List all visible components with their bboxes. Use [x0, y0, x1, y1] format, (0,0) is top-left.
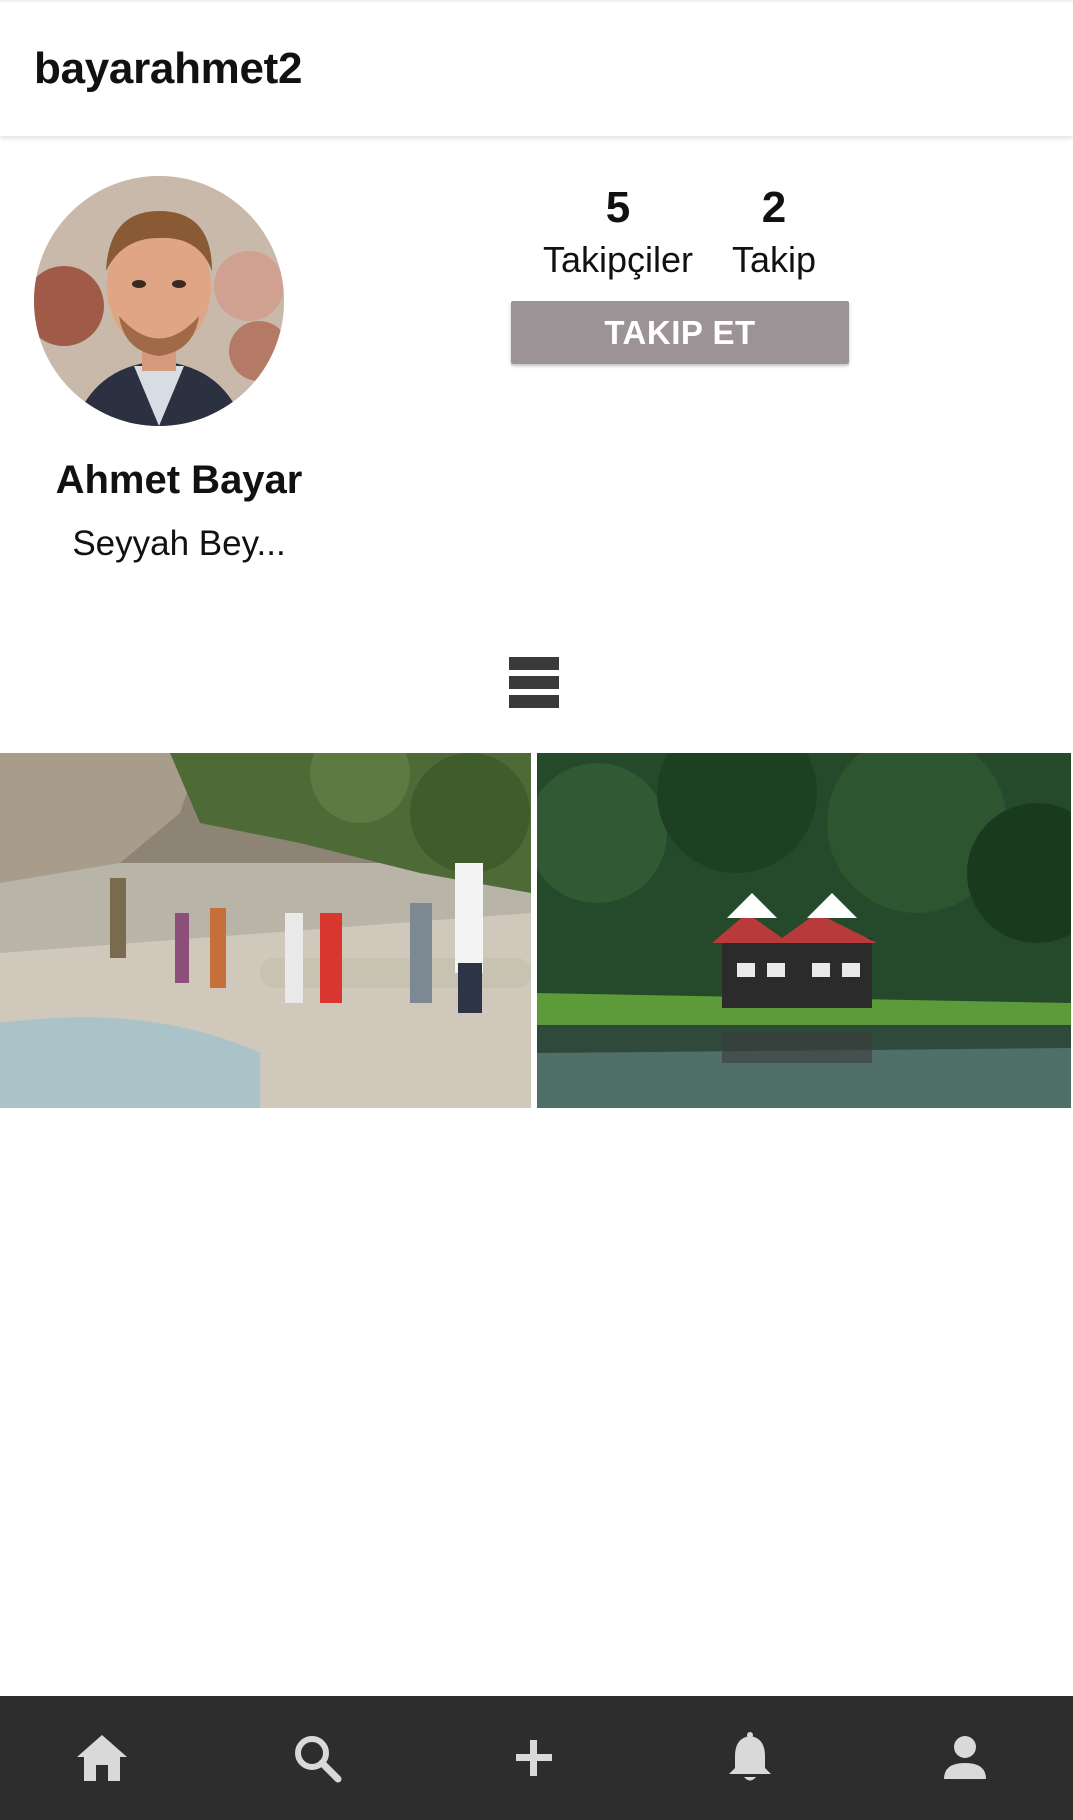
following-count: 2 [761, 183, 787, 232]
nav-profile[interactable] [905, 1696, 1025, 1820]
app-bar: bayarahmet2 [0, 0, 1073, 136]
profile-username: bayarahmet2 [34, 44, 303, 93]
nav-search[interactable] [257, 1696, 377, 1820]
add-icon [516, 1740, 552, 1776]
profile-name: Ahmet Bayar [55, 458, 303, 502]
list-view-icon[interactable] [509, 657, 559, 709]
nav-home[interactable] [42, 1696, 162, 1820]
posts-grid [0, 753, 1073, 1108]
post-photo-hikers [0, 753, 531, 1108]
following-label: Takip [731, 239, 817, 280]
post-photo-lake-house [537, 753, 1071, 1108]
following-stat[interactable]: 2 Takip [726, 182, 822, 284]
profile-icon [944, 1736, 986, 1779]
nav-notifications[interactable] [690, 1696, 810, 1820]
search-icon [295, 1736, 342, 1783]
bottom-navigation [0, 1696, 1073, 1820]
followers-count: 5 [605, 183, 631, 232]
avatar[interactable] [34, 176, 284, 426]
nav-add[interactable] [474, 1696, 594, 1820]
followers-label: Takipçiler [542, 239, 694, 280]
home-icon [77, 1735, 127, 1781]
followers-stat[interactable]: 5 Takipçiler [536, 182, 700, 284]
bell-icon [729, 1732, 771, 1781]
post-tile[interactable] [0, 753, 531, 1108]
follow-button[interactable]: TAKIP ET [511, 301, 849, 364]
profile-bio: Seyyah Bey... [72, 524, 286, 563]
post-tile[interactable] [537, 753, 1071, 1108]
